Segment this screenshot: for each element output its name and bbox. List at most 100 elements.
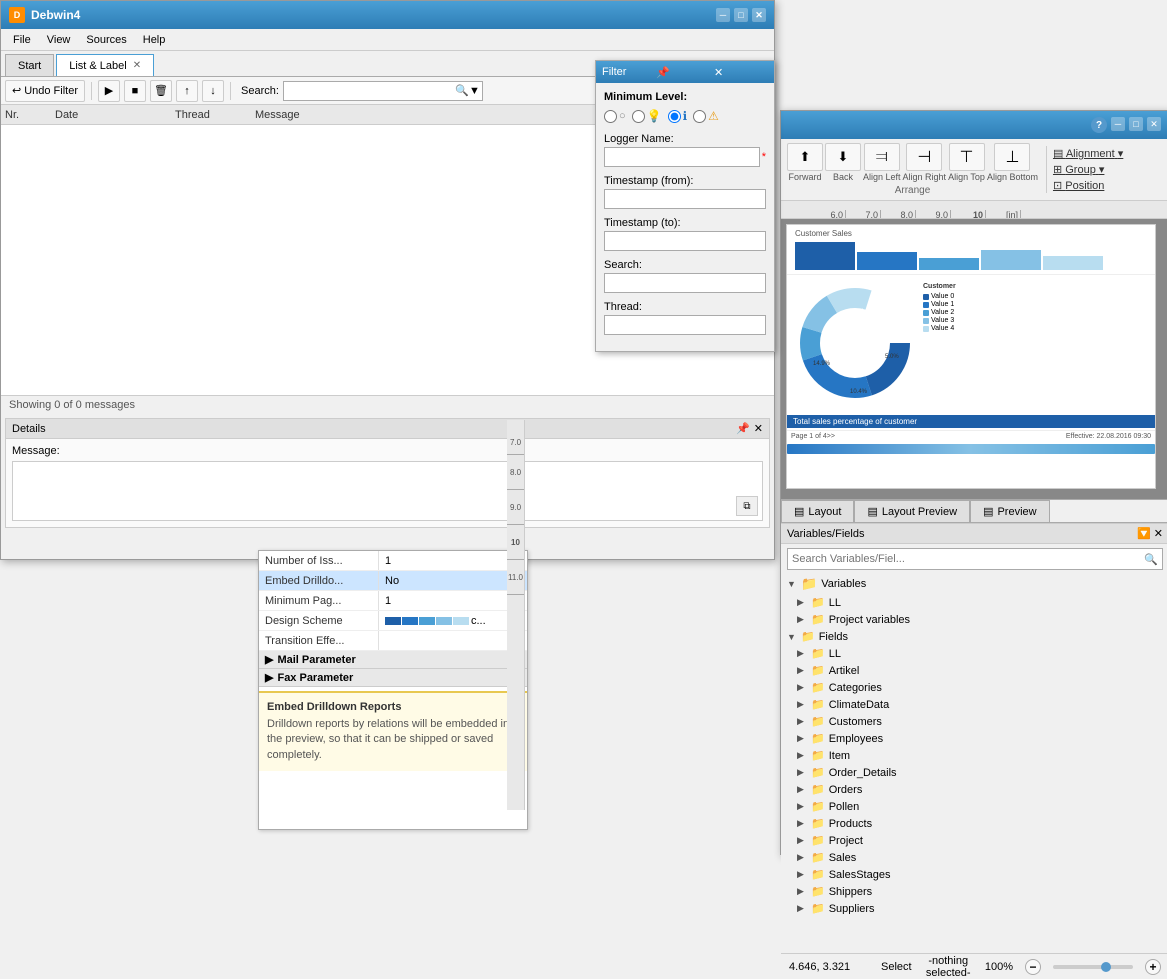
thread-filter-input[interactable] [604,315,766,335]
search-icon[interactable]: 🔍 [455,84,469,97]
logger-name-input[interactable] [604,147,760,167]
group-dropdown-icon: ▾ [1099,164,1105,176]
prop-label-transition: Transition Effe... [259,631,379,650]
tree-item-employees[interactable]: ▶ 📁 Employees [781,730,1167,747]
variables-filter-icon[interactable]: 🔽 [1137,527,1151,540]
move-down-button[interactable]: ↓ [202,80,224,102]
menu-sources[interactable]: Sources [78,32,134,48]
tab-list-label[interactable]: List & Label ✕ [56,54,154,76]
tree-item-suppliers[interactable]: ▶ 📁 Suppliers [781,900,1167,914]
forward-button[interactable]: ⬆ [787,143,823,171]
variables-tree: ▼ 📁 Variables ▶ 📁 LL ▶ 📁 Project variabl… [781,574,1167,914]
design-value-text: c... [471,615,486,627]
search-input[interactable] [286,85,455,97]
report-window: ? ─ □ ✕ ⬆ Forward ⬇ Back ⫤ [780,110,1167,855]
chart-legend: Value 0 Value 1 Value 2 Value 3 [923,293,1147,332]
search-dropdown-icon[interactable]: ▼ [469,85,480,97]
prop-row-embed[interactable]: Embed Drilldo... No [259,571,527,591]
tree-item-categories[interactable]: ▶ 📁 Categories [781,679,1167,696]
variables-close-icon[interactable]: ✕ [1154,527,1163,540]
stop-button[interactable]: ■ [124,80,146,102]
filter-pin-icon[interactable]: 📌 [656,66,710,79]
timestamp-to-input[interactable] [604,231,766,251]
filter-close-icon[interactable]: ✕ [714,66,768,79]
delete-button[interactable]: 🗑 [150,80,172,102]
tree-item-variables[interactable]: ▼ 📁 Variables [781,574,1167,594]
tab-layout-preview[interactable]: ▤ Layout Preview [854,500,970,522]
legend-dot-4 [923,326,929,332]
tab-start[interactable]: Start [5,54,54,76]
search-filter-label: Search: [604,259,766,271]
bar-chart [795,240,1147,270]
align-right-button[interactable]: ⊣ [906,143,942,171]
close-button[interactable]: ✕ [752,8,766,22]
arrow-order-details: ▶ [797,767,807,778]
tree-item-shippers[interactable]: ▶ 📁 Shippers [781,883,1167,900]
move-up-button[interactable]: ↑ [176,80,198,102]
arrow-suppliers: ▶ [797,903,807,914]
tree-item-item[interactable]: ▶ 📁 Item [781,747,1167,764]
tree-item-climatedata[interactable]: ▶ 📁 ClimateData [781,696,1167,713]
position-link[interactable]: ⊡ Position [1053,178,1123,193]
maximize-button[interactable]: □ [734,8,748,22]
zoom-handle[interactable] [1101,962,1111,972]
copy-button[interactable]: ⧉ [736,496,758,516]
back-button[interactable]: ⬇ [825,143,861,171]
prop-section-fax[interactable]: ▶ Fax Parameter [259,669,527,687]
arrange-group-right: ▤ Alignment ▾ ⊞ Group ▾ ⊡ Position [1046,146,1123,193]
menu-file[interactable]: File [5,32,39,48]
alignment-link[interactable]: ▤ Alignment ▾ [1053,146,1123,161]
radio-off-input[interactable] [604,110,617,123]
radio-warn-input[interactable] [693,110,706,123]
tree-item-sales[interactable]: ▶ 📁 Sales [781,849,1167,866]
tab-layout[interactable]: ▤ Layout [781,500,854,522]
variables-search-input[interactable] [792,553,1144,565]
prop-section-mail[interactable]: ▶ Mail Parameter [259,651,527,669]
tab-preview[interactable]: ▤ Preview [970,500,1050,522]
radio-debug-input[interactable] [632,110,645,123]
play-button[interactable]: ▶ [98,80,120,102]
align-top-button[interactable]: ⊤ [949,143,985,171]
tree-item-orders[interactable]: ▶ 📁 Orders [781,781,1167,798]
tree-item-project-vars[interactable]: ▶ 📁 Project variables [781,611,1167,628]
radio-debug[interactable]: 💡 [632,109,662,123]
undo-filter-button[interactable]: ↩ Undo Filter [5,80,85,102]
details-close-icon[interactable]: ✕ [754,422,763,435]
tree-item-project[interactable]: ▶ 📁 Project [781,832,1167,849]
tree-item-ll-field[interactable]: ▶ 📁 LL [781,645,1167,662]
report-minimize-button[interactable]: ─ [1111,117,1125,131]
zoom-in-button[interactable]: + [1145,959,1161,975]
tree-item-pollen[interactable]: ▶ 📁 Pollen [781,798,1167,815]
zoom-out-button[interactable]: − [1025,959,1041,975]
align-bottom-button[interactable]: ⊥ [994,143,1030,171]
app-logo: D [9,7,25,23]
tab-close-icon[interactable]: ✕ [133,60,141,71]
timestamp-from-input[interactable] [604,189,766,209]
radio-warn[interactable]: ⚠ [693,109,719,123]
tree-item-salesstages[interactable]: ▶ 📁 SalesStages [781,866,1167,883]
menu-help[interactable]: Help [135,32,174,48]
vertical-ruler: 7.0 8.0 9.0 10 11.0 [507,420,525,810]
donut-chart-section: 20.0% 24.8% 5.0% 10.4% 14.9% Customer Va… [787,275,1155,411]
align-right-label: Align Right [903,172,947,182]
zoom-slider[interactable] [1053,965,1133,969]
tree-item-customers[interactable]: ▶ 📁 Customers [781,713,1167,730]
tree-item-ll-var[interactable]: ▶ 📁 LL [781,594,1167,611]
radio-off[interactable]: ○ [604,110,626,123]
tree-item-fields[interactable]: ▼ 📁 Fields [781,628,1167,645]
radio-info-input[interactable] [668,110,681,123]
details-pin-icon[interactable]: 📌 [736,422,750,435]
group-link[interactable]: ⊞ Group ▾ [1053,162,1123,177]
report-help-icon[interactable]: ? [1091,117,1107,133]
radio-info[interactable]: ℹ [668,109,688,123]
arrow-orders: ▶ [797,784,807,795]
report-maximize-button[interactable]: □ [1129,117,1143,131]
tree-item-order-details[interactable]: ▶ 📁 Order_Details [781,764,1167,781]
report-close-button[interactable]: ✕ [1147,117,1161,131]
align-left-button[interactable]: ⫤ [864,143,900,171]
menu-view[interactable]: View [39,32,79,48]
search-filter-input[interactable] [604,273,766,293]
tree-item-artikel[interactable]: ▶ 📁 Artikel [781,662,1167,679]
minimize-button[interactable]: ─ [716,8,730,22]
tree-item-products[interactable]: ▶ 📁 Products [781,815,1167,832]
